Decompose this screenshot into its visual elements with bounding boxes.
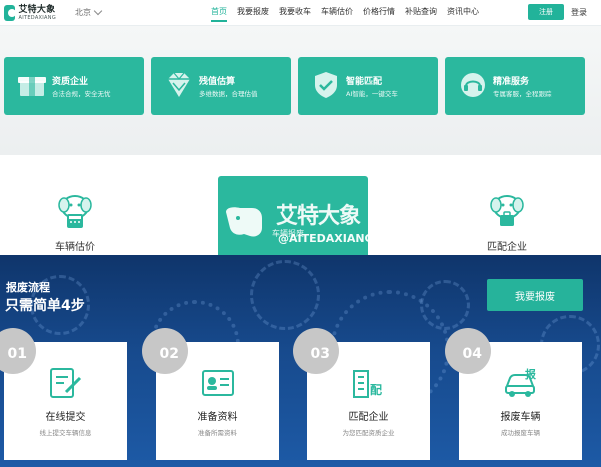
car-scrap-icon: 报 xyxy=(505,367,537,397)
service-label: 车辆报废 xyxy=(272,229,304,238)
feature-title: 精准服务 xyxy=(493,77,530,87)
chevron-down-icon xyxy=(93,6,103,16)
feature-title: 智能匹配 xyxy=(346,77,383,87)
shield-check-icon xyxy=(309,68,343,102)
service-matching[interactable]: 匹配企业 xyxy=(486,190,528,253)
feature-subtitle: AI智能，一键交车 xyxy=(346,90,398,98)
nav-item-valuation[interactable]: 车辆估价 xyxy=(321,6,353,17)
step-card-1: 01 在线提交 线上提交车辆信息 xyxy=(0,328,127,460)
step-card-4: 04 报 报废车辆 成功报废车辆 xyxy=(445,328,582,460)
step-desc: 线上提交车辆信息 xyxy=(39,429,92,437)
city-label: 北京 xyxy=(75,8,91,17)
feature-card-valuation[interactable]: 残值估算 多维数据，合理估值 xyxy=(151,57,291,115)
nav-item-buy-car[interactable]: 我要收车 xyxy=(279,6,311,17)
feature-subtitle: 合法合规，安全无忧 xyxy=(52,90,111,98)
service-scrap-card[interactable]: 车辆报废 xyxy=(218,176,368,262)
services-row: 车辆估价 车辆报废 匹配企业 xyxy=(0,155,601,262)
feature-card-service[interactable]: 精准服务 专属客服，全程跟踪 xyxy=(445,57,585,115)
process-title: 报废流程 xyxy=(6,281,50,294)
svg-text:报: 报 xyxy=(525,367,537,381)
step-desc: 准备所需资料 xyxy=(198,429,237,437)
gear-decoration xyxy=(250,260,320,330)
id-card-icon xyxy=(202,370,234,396)
features-banner: 资质企业 合法合规，安全无忧 残值估算 多维数据，合理估值 智能匹配 AI智能，… xyxy=(0,26,601,155)
svg-text:配: 配 xyxy=(370,382,382,397)
login-link[interactable]: 登录 xyxy=(571,7,587,18)
box-icon xyxy=(15,68,49,102)
feature-card-matching[interactable]: 智能匹配 AI智能，一键交车 xyxy=(298,57,438,115)
feature-title: 资质企业 xyxy=(52,77,89,87)
elephant-briefcase-icon xyxy=(486,190,528,232)
step-desc: 为您匹配资质企业 xyxy=(342,429,395,437)
feature-card-qualified[interactable]: 资质企业 合法合规，安全无忧 xyxy=(4,57,144,115)
headset-icon xyxy=(456,68,490,102)
step-title: 在线提交 xyxy=(45,412,86,423)
step-number: 01 xyxy=(0,328,36,374)
logo[interactable]: 艾特大象 AITEDAXIANG xyxy=(4,3,56,23)
nav-item-scrap[interactable]: 我要报废 xyxy=(237,6,269,17)
step-desc: 成功报废车辆 xyxy=(501,429,540,437)
gem-icon xyxy=(162,68,196,102)
process-section: 报废流程 只需简单4步 我要报废 01 在线提交 线上提交车辆信息 02 准备资… xyxy=(0,255,601,467)
step-title: 报废车辆 xyxy=(500,412,541,423)
feature-title: 残值估算 xyxy=(199,77,236,87)
register-button[interactable]: 注册 xyxy=(528,4,564,20)
service-label: 匹配企业 xyxy=(487,242,527,253)
feature-subtitle: 多维数据，合理估值 xyxy=(199,90,258,98)
nav-item-home[interactable]: 首页 xyxy=(211,6,227,22)
step-number: 02 xyxy=(142,328,188,374)
step-title: 准备资料 xyxy=(197,412,238,423)
feature-subtitle: 专属客服，全程跟踪 xyxy=(493,90,552,98)
nav-item-subsidy[interactable]: 补贴查询 xyxy=(405,6,437,17)
gear-decoration xyxy=(420,280,470,330)
service-label: 车辆估价 xyxy=(55,242,95,253)
building-match-icon: 配 xyxy=(353,370,382,398)
step-card-2: 02 准备资料 准备所需资料 xyxy=(142,328,279,460)
logo-cn-text: 艾特大象 xyxy=(18,4,56,15)
nav-item-news[interactable]: 资讯中心 xyxy=(447,6,479,17)
process-subtitle: 只需简单4步 xyxy=(5,298,85,314)
service-valuation[interactable]: 车辆估价 xyxy=(54,190,96,253)
nav-item-price-trend[interactable]: 价格行情 xyxy=(363,6,395,17)
logo-en-text: AITEDAXIANG xyxy=(18,14,56,21)
elephant-logo-icon xyxy=(4,5,17,21)
main-nav: 首页 我要报废 我要收车 车辆估价 价格行情 补贴查询 资讯中心 xyxy=(211,6,489,22)
step-card-3: 03 配 匹配企业 为您匹配资质企业 xyxy=(293,328,430,460)
city-selector[interactable]: 北京 xyxy=(75,6,103,18)
top-header: 艾特大象 AITEDAXIANG 北京 首页 我要报废 我要收车 车辆估价 价格… xyxy=(0,0,601,26)
scrap-now-button[interactable]: 我要报废 xyxy=(487,279,583,311)
elephant-calculator-icon xyxy=(54,190,96,232)
step-number: 04 xyxy=(445,328,491,374)
step-number: 03 xyxy=(293,328,339,374)
edit-form-icon xyxy=(50,368,82,398)
step-title: 匹配企业 xyxy=(348,412,389,423)
